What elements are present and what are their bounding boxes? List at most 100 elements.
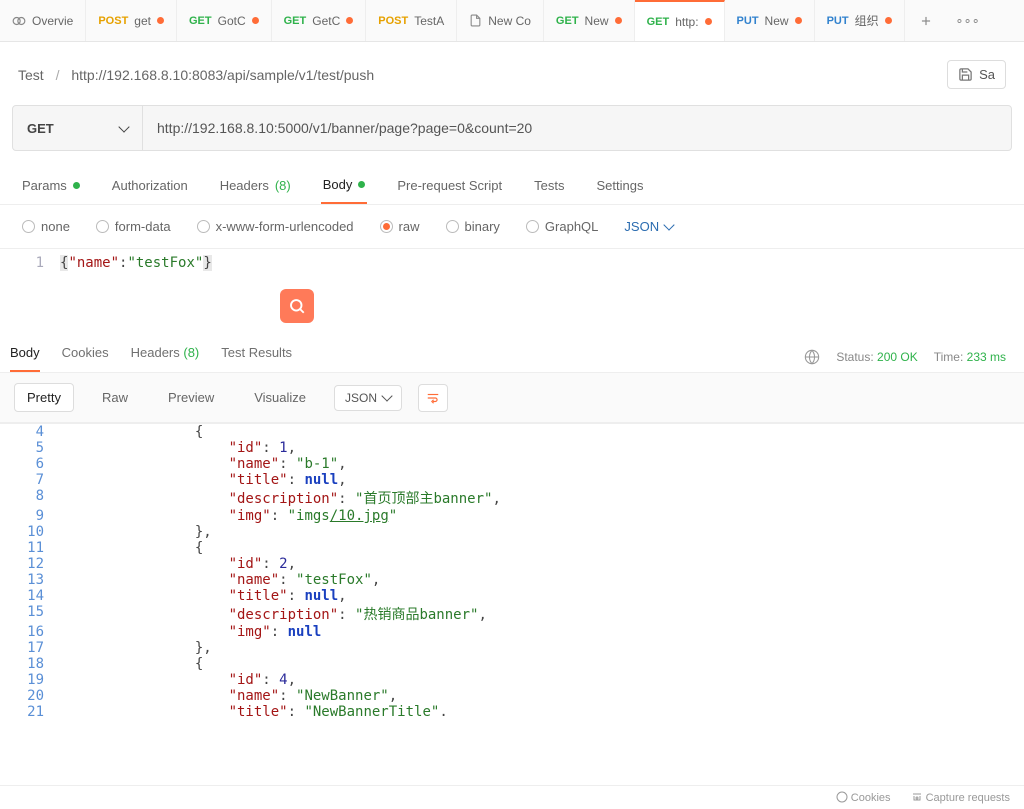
radio-icon xyxy=(197,220,210,233)
breadcrumb-path: http://192.168.8.10:8083/api/sample/v1/t… xyxy=(71,67,374,83)
request-tab[interactable]: Authorization xyxy=(110,173,190,204)
breadcrumb-sep: / xyxy=(56,67,60,83)
view-mode-pretty[interactable]: Pretty xyxy=(14,383,74,412)
body-type-radio[interactable]: form-data xyxy=(96,219,171,234)
response-tab-label: Headers xyxy=(131,345,180,360)
tab[interactable]: GET GetC xyxy=(272,0,367,42)
tab[interactable]: PUT组织 xyxy=(815,0,905,42)
request-tab-label: Tests xyxy=(534,178,564,193)
tab[interactable]: POSTTestA xyxy=(366,0,457,42)
overview-icon xyxy=(12,14,26,28)
line-number: 5 xyxy=(0,440,60,456)
line-number: 14 xyxy=(0,588,60,604)
tabs-strip: OverviePOSTgetGETGotCGETGetCPOSTTestANew… xyxy=(0,0,1024,42)
url-bar: GET xyxy=(12,105,1012,151)
code-line: { xyxy=(60,424,1024,440)
tab[interactable]: GETNew xyxy=(544,0,635,42)
line-number: 17 xyxy=(0,640,60,656)
tab[interactable]: New Co xyxy=(457,0,544,42)
tab[interactable]: Overvie xyxy=(0,0,86,42)
indicator-dot-icon xyxy=(358,181,365,188)
globe-icon[interactable] xyxy=(804,349,820,365)
tab-label: GetC xyxy=(312,14,340,28)
status-bar: Cookies Capture requests xyxy=(0,785,1024,809)
body-type-label: raw xyxy=(399,219,420,234)
method-value: GET xyxy=(27,121,54,136)
tab-method: POST xyxy=(378,15,408,27)
request-tab[interactable]: Pre-request Script xyxy=(395,173,504,204)
response-tab-label: Test Results xyxy=(221,345,292,360)
cookies-link[interactable]: Cookies xyxy=(836,791,891,804)
line-number: 6 xyxy=(0,456,60,472)
tab-method: GET xyxy=(284,15,307,27)
body-type-radio[interactable]: none xyxy=(22,219,70,234)
line-number: 8 xyxy=(0,488,60,508)
view-mode-raw[interactable]: Raw xyxy=(90,384,140,411)
request-body-code[interactable]: {"name":"testFox"} xyxy=(60,255,1024,271)
response-tab[interactable]: Headers (8) xyxy=(131,341,200,372)
code-line: { xyxy=(60,540,1024,556)
tab[interactable]: POSTget xyxy=(86,0,177,42)
line-number: 21 xyxy=(0,704,60,720)
response-tab[interactable]: Body xyxy=(10,341,40,372)
tab-method: GET xyxy=(189,15,212,27)
view-modes: Pretty Raw Preview Visualize JSON xyxy=(0,372,1024,423)
radio-icon xyxy=(22,220,35,233)
tab-label: 组织 xyxy=(855,12,879,29)
tab-label: GotC xyxy=(218,14,246,28)
save-button[interactable]: Sa xyxy=(947,60,1006,89)
indicator-dot-icon xyxy=(73,182,80,189)
unsaved-dot-icon xyxy=(346,17,353,24)
code-line: "description": "首页顶部主banner", xyxy=(60,488,1024,508)
code-line: "id": 4, xyxy=(60,672,1024,688)
breadcrumb-root[interactable]: Test xyxy=(18,67,44,83)
body-type-radio[interactable]: raw xyxy=(380,219,420,234)
response-body-editor[interactable]: 4 {5 "id": 1,6 "name": "b-1",7 "title": … xyxy=(0,423,1024,743)
response-format-select[interactable]: JSON xyxy=(334,385,402,411)
line-number: 1 xyxy=(0,255,60,271)
new-tab-button[interactable] xyxy=(905,14,947,28)
body-type-row: none form-data x-www-form-urlencoded raw bin… xyxy=(0,205,1024,248)
body-type-radio[interactable]: GraphQL xyxy=(526,219,598,234)
radio-icon xyxy=(526,220,539,233)
tab-label: get xyxy=(134,14,151,28)
request-tab[interactable]: Settings xyxy=(594,173,645,204)
search-icon[interactable] xyxy=(280,289,314,323)
save-label: Sa xyxy=(979,67,995,82)
tab[interactable]: GET GotC xyxy=(177,0,272,42)
request-tab[interactable]: Tests xyxy=(532,173,566,204)
request-tab[interactable]: Params xyxy=(20,173,82,204)
view-mode-visualize[interactable]: Visualize xyxy=(242,384,318,411)
code-line: "description": "热销商品banner", xyxy=(60,604,1024,624)
method-select[interactable]: GET xyxy=(13,106,143,150)
request-tab[interactable]: Body xyxy=(321,173,368,204)
status-label: Status: xyxy=(836,350,873,364)
url-input[interactable] xyxy=(143,106,1011,150)
tab[interactable]: GEThttp: xyxy=(635,0,725,42)
tab[interactable]: PUTNew xyxy=(725,0,815,42)
body-type-radio[interactable]: binary xyxy=(446,219,500,234)
request-tab[interactable]: Headers (8) xyxy=(218,173,293,204)
view-mode-preview[interactable]: Preview xyxy=(156,384,226,411)
response-tab[interactable]: Cookies xyxy=(62,341,109,372)
tab-overflow-button[interactable]: ∘∘∘ xyxy=(947,13,989,29)
code-line: }, xyxy=(60,524,1024,540)
tab-label: http: xyxy=(675,15,698,29)
code-line: "img": "imgs/10.jpg" xyxy=(60,508,1024,524)
time-value: 233 ms xyxy=(967,350,1006,364)
body-format-select[interactable]: JSON xyxy=(624,219,673,234)
response-tab[interactable]: Test Results xyxy=(221,341,292,372)
radio-icon xyxy=(446,220,459,233)
request-body-editor[interactable]: 1 {"name":"testFox"} xyxy=(0,248,1024,331)
request-tab-label: Authorization xyxy=(112,178,188,193)
body-type-label: x-www-form-urlencoded xyxy=(216,219,354,234)
unsaved-dot-icon xyxy=(705,18,712,25)
body-type-radio[interactable]: x-www-form-urlencoded xyxy=(197,219,354,234)
line-number: 4 xyxy=(0,424,60,440)
wrap-lines-button[interactable] xyxy=(418,384,448,412)
response-tab-label: Cookies xyxy=(62,345,109,360)
capture-link[interactable]: Capture requests xyxy=(911,791,1010,804)
chevron-down-icon xyxy=(663,219,674,230)
code-line: }, xyxy=(60,640,1024,656)
radio-icon xyxy=(96,220,109,233)
